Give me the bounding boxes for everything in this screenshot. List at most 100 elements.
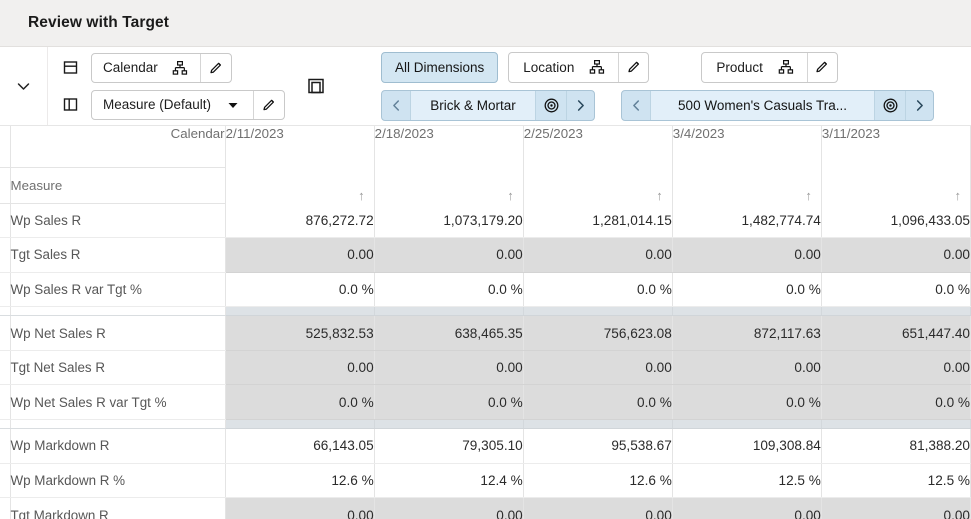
table-row[interactable]: Tgt Markdown R 0.00 0.00 0.00 0.00 0.00 [0,497,971,519]
data-cell[interactable]: 1,073,179.20 [374,203,524,239]
data-cell[interactable]: 0.0 % [821,384,971,421]
data-cell[interactable]: 1,096,433.05 [821,203,971,239]
row-measure-label[interactable]: Wp Sales R [10,203,226,239]
data-cell[interactable]: 876,272.72 [225,203,375,239]
data-cell[interactable]: 872,117.63 [672,315,822,351]
table-row[interactable]: Tgt Sales R 0.00 0.00 0.00 0.00 0.00 [0,237,971,273]
sort-ascending-arrow-icon[interactable]: ↑ [955,189,962,202]
data-cell[interactable]: 0.0 % [374,384,524,421]
data-cell[interactable]: 0.0 % [821,272,971,308]
data-cell[interactable]: 0.00 [821,350,971,386]
product-dimension-body[interactable]: Product [702,53,807,82]
product-current-value[interactable]: 500 Women's Casuals Tra... [650,90,875,120]
sort-ascending-arrow-icon[interactable]: ↑ [507,189,514,202]
row-measure-label[interactable]: Tgt Net Sales R [10,350,226,386]
panel-layout-icon[interactable] [306,76,326,96]
chevron-down-icon[interactable] [12,74,36,98]
product-prev-button[interactable] [622,91,650,120]
data-cell[interactable]: 0.00 [374,237,524,273]
hierarchy-icon[interactable] [585,55,609,79]
data-cell[interactable]: 1,482,774.74 [672,203,822,239]
pencil-icon[interactable] [814,59,830,75]
data-cell[interactable]: 0.0 % [672,272,822,308]
column-header-3[interactable]: 3/4/2023 ↑ [672,126,822,203]
row-measure-label[interactable]: Wp Sales R var Tgt % [10,272,226,308]
data-cell[interactable]: 12.5 % [821,463,971,499]
caret-down-icon[interactable] [221,93,245,117]
data-cell[interactable]: 756,623.08 [523,315,673,351]
data-cell[interactable]: 79,305.10 [374,428,524,464]
data-cell[interactable]: 0.00 [225,237,375,273]
data-cell[interactable]: 0.0 % [225,272,375,308]
table-row[interactable]: Wp Net Sales R var Tgt % 0.0 % 0.0 % 0.0 % 0… [0,384,971,421]
data-cell[interactable]: 0.00 [523,237,673,273]
panel-layout-button[interactable] [285,76,347,96]
calendar-edit-button[interactable] [201,54,231,82]
row-measure-label[interactable]: Wp Net Sales R var Tgt % [10,384,226,421]
row-measure-label[interactable]: Tgt Markdown R [10,497,226,519]
data-cell[interactable]: 12.5 % [672,463,822,499]
row-measure-label[interactable]: Wp Markdown R [10,428,226,464]
data-cell[interactable]: 0.00 [821,237,971,273]
location-next-button[interactable] [566,90,594,120]
sort-ascending-arrow-icon[interactable]: ↑ [656,189,663,202]
data-cell[interactable]: 0.00 [523,350,673,386]
location-edit-button[interactable] [619,53,648,82]
measure-combo-body[interactable]: Measure (Default) [92,91,253,119]
product-next-button[interactable] [905,90,933,120]
data-cell[interactable]: 0.00 [821,497,971,519]
location-target-button[interactable] [536,91,566,120]
data-cell[interactable]: 0.0 % [523,384,673,421]
table-row[interactable]: Wp Markdown R % 12.6 % 12.4 % 12.6 % 12.5 % 1… [0,463,971,499]
pencil-icon[interactable] [626,59,642,75]
horizontal-split-icon[interactable] [58,56,82,80]
location-dimension-button[interactable]: Location [508,51,650,83]
table-row[interactable]: Wp Sales R var Tgt % 0.0 % 0.0 % 0.0 % 0.0 %… [0,272,971,308]
sort-ascending-arrow-icon[interactable]: ↑ [805,189,812,202]
product-dimension-button[interactable]: Product [701,51,838,83]
hierarchy-icon[interactable] [168,56,192,80]
hierarchy-icon[interactable] [774,55,798,79]
column-header-1[interactable]: 2/18/2023 ↑ [374,126,524,203]
data-cell[interactable]: 0.00 [225,497,375,519]
location-current-value[interactable]: Brick & Mortar [410,90,536,120]
sort-ascending-arrow-icon[interactable]: ↑ [358,189,365,202]
collapse-toolbar-button[interactable] [0,47,48,125]
column-header-4[interactable]: 3/11/2023 ↑ [821,126,971,203]
vertical-split-icon[interactable] [58,93,82,117]
column-header-2[interactable]: 2/25/2023 ↑ [523,126,673,203]
column-header-0[interactable]: 2/11/2023 ↑ [225,126,375,203]
pivot-grid[interactable]: Calendar 2/11/2023 ↑ 2/18/2023 ↑ 2/25/2023 ↑ 3/… [0,126,971,519]
measure-dimension-combo[interactable]: Measure (Default) [91,89,286,120]
location-prev-button[interactable] [382,91,410,120]
data-cell[interactable]: 0.0 % [523,272,673,308]
table-row[interactable]: Tgt Net Sales R 0.00 0.00 0.00 0.00 0.00 [0,350,971,386]
row-measure-label[interactable]: Wp Net Sales R [10,315,226,351]
table-row[interactable]: Wp Sales R 876,272.72 1,073,179.20 1,281,01… [0,203,971,239]
measure-edit-button[interactable] [254,91,284,119]
data-cell[interactable]: 12.6 % [523,463,673,499]
data-cell[interactable]: 0.0 % [225,384,375,421]
data-cell[interactable]: 12.4 % [374,463,524,499]
pencil-icon[interactable] [208,60,224,76]
calendar-combo-body[interactable]: Calendar [92,54,200,82]
all-dimensions-button[interactable]: All Dimensions [381,51,499,83]
data-cell[interactable]: 66,143.05 [225,428,375,464]
data-cell[interactable]: 0.0 % [374,272,524,308]
pencil-icon[interactable] [261,97,277,113]
data-cell[interactable]: 0.0 % [672,384,822,421]
data-cell[interactable]: 0.00 [672,237,822,273]
data-cell[interactable]: 651,447.40 [821,315,971,351]
data-cell[interactable]: 0.00 [374,350,524,386]
data-cell[interactable]: 109,308.84 [672,428,822,464]
data-cell[interactable]: 638,465.35 [374,315,524,351]
data-cell[interactable]: 0.00 [225,350,375,386]
data-cell[interactable]: 1,281,014.15 [523,203,673,239]
calendar-dimension-combo[interactable]: Calendar [91,52,232,83]
data-cell[interactable]: 0.00 [523,497,673,519]
product-edit-button[interactable] [808,53,837,82]
table-row[interactable]: Wp Net Sales R 525,832.53 638,465.35 756,62… [0,315,971,351]
table-row[interactable]: Wp Markdown R 66,143.05 79,305.10 95,538.67… [0,428,971,464]
product-target-button[interactable] [875,91,905,120]
data-cell[interactable]: 525,832.53 [225,315,375,351]
